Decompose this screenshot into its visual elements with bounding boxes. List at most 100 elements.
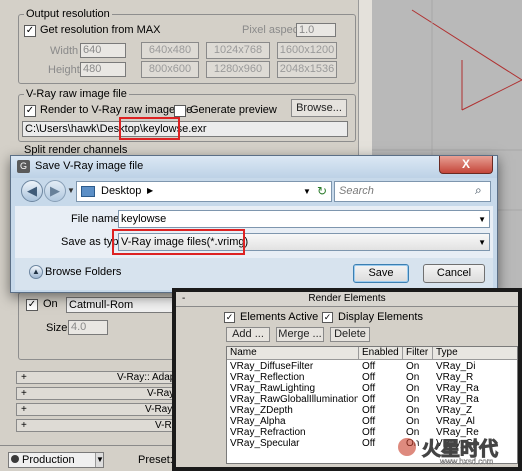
width-field[interactable]: 640 <box>80 43 126 58</box>
search-icon[interactable]: ⌕ <box>475 183 482 198</box>
elements-active-label: Elements Active <box>240 311 319 323</box>
search-placeholder: Search <box>339 185 374 197</box>
back-arrow-icon[interactable]: ◀ <box>21 180 43 202</box>
preset-2048x1536-button[interactable]: 2048x1536 <box>277 61 337 78</box>
row-type: VRay_Z <box>436 405 473 416</box>
watermark-logo-icon <box>396 436 418 458</box>
table-row[interactable]: VRay_RawLighting Off On VRay_Ra <box>227 383 517 394</box>
column-header-filter[interactable]: Filter <box>403 347 433 360</box>
row-type: VRay_Ra <box>436 394 479 405</box>
render-mode-value: Production <box>22 454 75 466</box>
radio-icon <box>11 455 19 463</box>
save-dialog: G Save V-Ray image file X ◀ ▶ ▼ Desktop … <box>10 155 498 293</box>
render-to-raw-checkbox[interactable]: ✓ <box>24 105 36 117</box>
file-name-value: keylowse <box>121 213 167 225</box>
preset-800x600-button[interactable]: 800x600 <box>141 61 199 78</box>
preset-label: Preset: <box>138 454 173 466</box>
row-name: VRay_RawLighting <box>230 383 316 394</box>
row-type: VRay_Ra <box>436 383 479 394</box>
dialog-close-button[interactable]: X <box>439 156 493 174</box>
preset-1024x768-button[interactable]: 1024x768 <box>206 42 270 59</box>
output-resolution-title: Output resolution <box>24 8 112 20</box>
save-as-type-highlight <box>112 229 245 255</box>
filter-select[interactable]: Catmull-Rom <box>66 297 174 313</box>
delete-button[interactable]: Delete <box>330 327 370 342</box>
desktop-folder-icon <box>81 186 95 197</box>
row-enabled: Off <box>362 394 376 405</box>
row-name: VRay_Reflection <box>230 372 305 383</box>
row-name: VRay_Refraction <box>230 427 306 438</box>
address-bar[interactable]: Desktop ▶ ▼ ↻ <box>76 181 332 202</box>
row-filter: On <box>406 361 420 372</box>
row-filter: On <box>406 405 420 416</box>
row-name: VRay_Specular <box>230 438 300 449</box>
raw-path-field[interactable]: C:\Users\hawk\Desktop\keylowse.exr <box>22 121 348 137</box>
chevron-down-icon[interactable]: ▼ <box>478 212 486 227</box>
filter-on-checkbox[interactable]: ✓ <box>26 299 38 311</box>
collapse-icon: - <box>182 293 186 304</box>
save-button[interactable]: Save <box>353 264 409 283</box>
history-dropdown-icon[interactable]: ▼ <box>67 186 75 195</box>
raw-browse-button[interactable]: Browse... <box>291 99 347 117</box>
table-row[interactable]: VRay_ZDepth Off On VRay_Z <box>227 405 517 416</box>
dialog-app-icon: G <box>17 160 30 173</box>
column-header-type[interactable]: Type <box>433 347 517 360</box>
rollout-expand-icon: + <box>21 372 27 383</box>
address-dropdown-icon[interactable]: ▼ <box>303 187 311 196</box>
render-mode-select[interactable]: Production ▼ <box>8 452 104 468</box>
preset-640x480-button[interactable]: 640x480 <box>141 42 199 59</box>
render-elements-header[interactable]: - Render Elements <box>176 292 518 307</box>
column-header-enabled[interactable]: Enabled <box>359 347 403 360</box>
dialog-titlebar[interactable]: G Save V-Ray image file <box>11 156 497 178</box>
get-resolution-label: Get resolution from MAX <box>40 24 161 36</box>
search-input[interactable]: Search ⌕ <box>334 181 491 202</box>
merge-button[interactable]: Merge ... <box>276 327 324 342</box>
add-element-button[interactable]: Add ... <box>226 327 270 342</box>
render-to-raw-label: Render to V-Ray raw image file <box>40 104 193 116</box>
height-field[interactable]: 480 <box>80 62 126 77</box>
dialog-title: Save V-Ray image file <box>35 160 144 172</box>
watermark-url: www.hxsd.com <box>440 457 494 466</box>
row-type: VRay_Al <box>436 416 475 427</box>
refresh-icon[interactable]: ↻ <box>317 184 327 198</box>
pixel-aspect-field[interactable]: 1.0 <box>296 23 336 37</box>
cancel-button[interactable]: Cancel <box>423 264 485 283</box>
row-filter: On <box>406 394 420 405</box>
display-elements-checkbox[interactable]: ✓ <box>322 312 333 323</box>
forward-arrow-icon[interactable]: ▶ <box>44 180 66 202</box>
rollout-expand-icon: + <box>21 388 27 399</box>
rollout-expand-icon: + <box>21 420 27 431</box>
row-type: VRay_R <box>436 372 474 383</box>
generate-preview-checkbox[interactable] <box>174 105 186 117</box>
address-location: Desktop <box>101 185 142 197</box>
file-name-field[interactable]: keylowse ▼ <box>118 210 490 228</box>
row-enabled: Off <box>362 405 376 416</box>
width-label: Width <box>50 45 79 57</box>
chevron-down-icon: ▼ <box>95 453 103 467</box>
preset-1600x1200-button[interactable]: 1600x1200 <box>277 42 337 59</box>
table-row[interactable]: VRay_DiffuseFilter Off On VRay_Di <box>227 361 517 372</box>
table-row[interactable]: VRay_Alpha Off On VRay_Al <box>227 416 517 427</box>
get-resolution-checkbox[interactable]: ✓ <box>24 25 36 37</box>
generate-preview-label: Generate preview <box>190 104 277 116</box>
browse-folders-toggle[interactable]: Browse Folders <box>45 266 121 278</box>
elements-active-checkbox[interactable]: ✓ <box>224 312 235 323</box>
rollout-vray-3-label: V-Ray: <box>145 404 176 415</box>
dialog-footer: ▲ Browse Folders Save Cancel <box>15 258 493 290</box>
height-label: Height <box>48 64 80 76</box>
row-enabled: Off <box>362 383 376 394</box>
column-header-name[interactable]: Name <box>227 347 359 360</box>
expand-arrow-icon[interactable]: ▲ <box>29 265 43 279</box>
table-row[interactable]: VRay_RawGlobalIllumination Off On VRay_Ra <box>227 394 517 405</box>
filter-size-field[interactable]: 4.0 <box>68 320 108 335</box>
row-enabled: Off <box>362 416 376 427</box>
row-filter: On <box>406 372 420 383</box>
chevron-down-icon[interactable]: ▼ <box>478 235 486 250</box>
preset-1280x960-button[interactable]: 1280x960 <box>206 61 270 78</box>
breadcrumb-arrow-icon[interactable]: ▶ <box>147 186 153 195</box>
filter-size-label: Size: <box>46 322 71 334</box>
rollout-expand-icon: + <box>21 404 27 415</box>
raw-image-file-title: V-Ray raw image file <box>24 88 129 100</box>
file-name-label: File name: <box>71 213 123 225</box>
table-row[interactable]: VRay_Reflection Off On VRay_R <box>227 372 517 383</box>
